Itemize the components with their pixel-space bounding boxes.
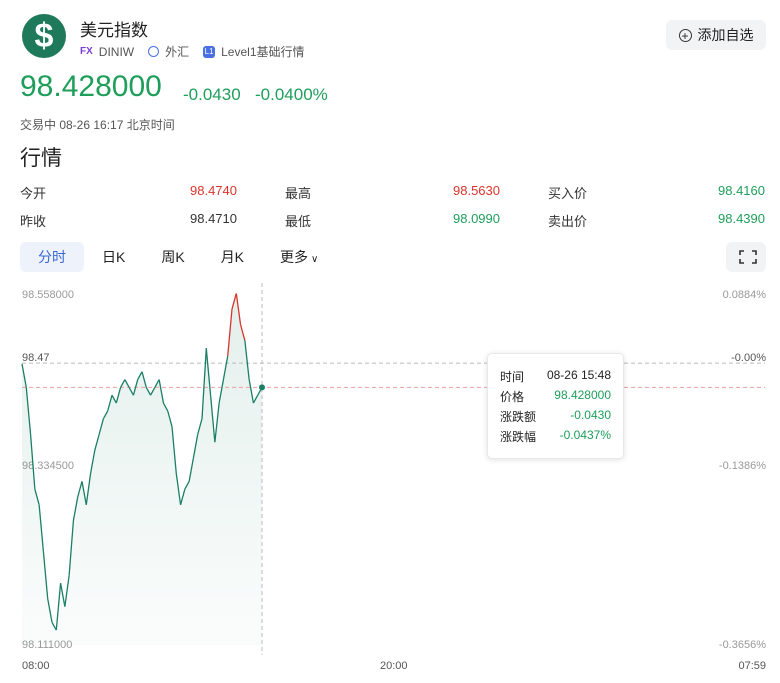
- tab-daily[interactable]: 日K: [84, 242, 143, 272]
- tooltip-pct-label: 涨跌幅: [500, 430, 537, 444]
- bid-value: 98.4160: [718, 183, 765, 198]
- symbol-code: DINIW: [98, 44, 135, 59]
- section-title: 行情: [20, 147, 62, 170]
- tab-weekly[interactable]: 周K: [143, 242, 202, 272]
- tooltip-price-label: 价格: [500, 390, 525, 404]
- tooltip-change: -0.0430: [570, 408, 611, 422]
- tab-monthly[interactable]: 月K: [203, 242, 262, 272]
- tab-more-label: 更多: [280, 249, 309, 265]
- fullscreen-icon: [739, 250, 757, 264]
- market-label: 外汇: [165, 45, 190, 59]
- open-value: 98.4740: [190, 183, 237, 198]
- bid-label: 买入价: [548, 186, 588, 201]
- fullscreen-button[interactable]: [726, 242, 766, 272]
- tooltip-time-label: 时间: [500, 370, 525, 384]
- low-label: 最低: [285, 214, 312, 229]
- chart-tooltip: 时间 08-26 15:48 价格 98.428000 涨跌额 -0.0430 涨跌幅…: [487, 353, 624, 459]
- dollar-logo-icon: $: [22, 14, 66, 58]
- ask-label: 卖出价: [548, 214, 588, 229]
- trading-status: 交易中 08-26 16:17 北京时间: [20, 118, 175, 132]
- high-value: 98.5630: [453, 183, 500, 198]
- price-change-pct: -0.0400%: [255, 85, 328, 104]
- add-watchlist-button[interactable]: + 添加自选: [666, 20, 766, 50]
- level-label: Level1基础行情: [221, 45, 305, 59]
- fx-badge: FX: [80, 46, 93, 57]
- high-label: 最高: [285, 186, 312, 201]
- x-tick-end: 07:59: [738, 660, 766, 672]
- globe-icon: [148, 46, 160, 57]
- tooltip-time: 08-26 15:48: [546, 368, 611, 382]
- intraday-chart[interactable]: [0, 283, 780, 655]
- prev-close-value: 98.4710: [190, 211, 237, 226]
- low-value: 98.0990: [453, 211, 500, 226]
- current-price-point: [259, 384, 265, 391]
- instrument-title: 美元指数: [80, 21, 148, 40]
- plus-circle-icon: +: [678, 28, 692, 42]
- price-change: -0.0430: [183, 85, 241, 104]
- level-badge-icon: L1: [203, 45, 216, 58]
- tab-intraday[interactable]: 分时: [20, 242, 84, 272]
- period-tabs: 分时 日K 周K 月K 更多 ∨: [20, 242, 336, 272]
- x-tick-start: 08:00: [22, 660, 50, 672]
- ask-value: 98.4390: [718, 211, 765, 226]
- add-watchlist-label: 添加自选: [697, 27, 754, 43]
- x-tick-mid: 20:00: [380, 660, 408, 672]
- instrument-tags: FX DINIW 外汇 L1 Level1基础行情: [80, 43, 305, 60]
- prev-close-label: 昨收: [20, 214, 47, 229]
- chevron-down-icon: ∨: [311, 254, 319, 265]
- tooltip-price: 98.428000: [554, 388, 611, 402]
- open-label: 今开: [20, 186, 47, 201]
- tooltip-pct: -0.0437%: [559, 428, 611, 442]
- last-price: 98.428000: [20, 70, 162, 103]
- tab-more[interactable]: 更多 ∨: [262, 242, 336, 272]
- chart-area-fill: [22, 293, 262, 645]
- tooltip-change-label: 涨跌额: [500, 410, 537, 424]
